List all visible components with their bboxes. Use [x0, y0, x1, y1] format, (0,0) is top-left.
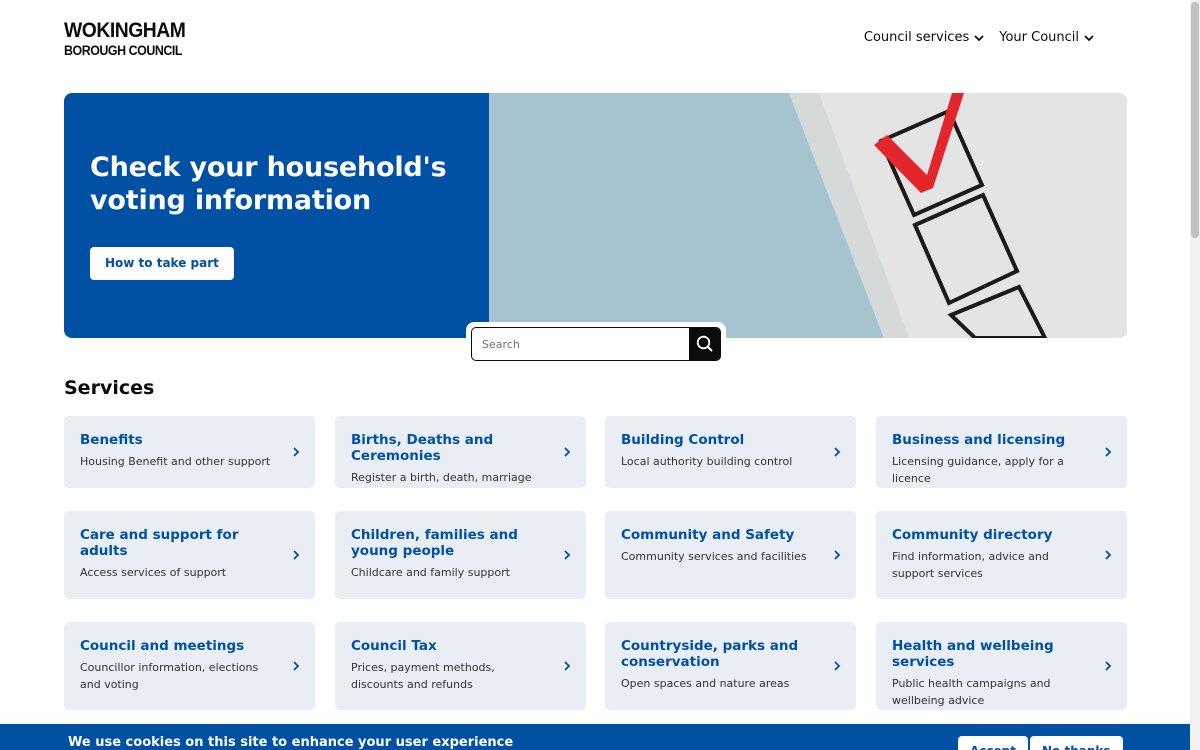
ballot-checkbox-icon: [789, 93, 1127, 338]
service-card-title: Health and wellbeing services: [892, 638, 1054, 670]
service-card-title: Business and licensing: [892, 432, 1066, 448]
service-card-countryside-parks[interactable]: Countryside, parks and conservation Open…: [605, 622, 856, 710]
service-card-community-directory[interactable]: Community directory Find information, ad…: [876, 511, 1127, 599]
chevron-right-icon: [834, 550, 841, 560]
search-button[interactable]: [689, 327, 721, 361]
service-card-desc: Licensing guidance, apply for a licence: [892, 455, 1064, 485]
service-card-business-licensing[interactable]: Business and licensing Licensing guidanc…: [876, 416, 1127, 488]
service-card-desc: Housing Benefit and other support: [80, 455, 271, 468]
service-card-title: Children, families and young people: [351, 527, 518, 559]
chevron-right-icon: [834, 447, 841, 457]
search-container: [466, 322, 726, 366]
chevron-right-icon: [564, 447, 571, 457]
service-card-desc: Community services and facilities: [621, 550, 807, 563]
chevron-right-icon: [834, 661, 841, 671]
cookie-message: We use cookies on this site to enhance y…: [68, 735, 514, 750]
service-card-desc: Childcare and family support: [351, 566, 510, 579]
chevron-down-icon: [1084, 34, 1094, 41]
service-card-births-deaths[interactable]: Births, Deaths and Ceremonies Register a…: [335, 416, 586, 488]
service-card-benefits[interactable]: Benefits Housing Benefit and other suppo…: [64, 416, 315, 488]
search-icon: [696, 335, 713, 352]
search-input[interactable]: [471, 327, 691, 361]
service-card-desc: Register a birth, death, marriage: [351, 471, 532, 484]
cookie-accept-button[interactable]: Accept: [958, 736, 1028, 750]
main-nav: Council services Your Council: [864, 30, 1095, 45]
chevron-right-icon: [293, 550, 300, 560]
service-card-adult-care[interactable]: Care and support for adults Access servi…: [64, 511, 315, 599]
service-card-title: Countryside, parks and conservation: [621, 638, 799, 670]
service-card-community-safety[interactable]: Community and Safety Community services …: [605, 511, 856, 599]
service-card-title: Building Control: [621, 432, 745, 448]
service-card-council-meetings[interactable]: Council and meetings Councillor informat…: [64, 622, 315, 710]
service-card-council-tax[interactable]: Council Tax Prices, payment methods, dis…: [335, 622, 586, 710]
service-card-health-wellbeing[interactable]: Health and wellbeing services Public hea…: [876, 622, 1127, 710]
nav-council-services[interactable]: Council services: [864, 30, 985, 45]
service-card-desc: Open spaces and nature areas: [621, 677, 790, 690]
service-card-title: Community directory: [892, 527, 1053, 543]
chevron-right-icon: [1105, 447, 1112, 457]
page-scrollbar[interactable]: [1190, 0, 1200, 750]
logo-line-1: WOKINGHAM: [64, 19, 186, 42]
service-card-title: Council and meetings: [80, 638, 245, 654]
scrollbar-thumb[interactable]: [1191, 2, 1199, 238]
chevron-right-icon: [564, 661, 571, 671]
service-card-desc: Prices, payment methods, discounts and r…: [351, 661, 495, 691]
service-card-desc: Access services of support: [80, 566, 227, 579]
nav-your-council[interactable]: Your Council: [999, 30, 1095, 45]
chevron-down-icon: [974, 34, 984, 41]
chevron-right-icon: [564, 550, 571, 560]
hero-image: [489, 93, 1127, 338]
council-logo[interactable]: WOKINGHAM BOROUGH COUNCIL: [64, 20, 196, 58]
hero-panel: Check your household's voting informatio…: [64, 93, 489, 338]
site-header: WOKINGHAM BOROUGH COUNCIL Council servic…: [0, 0, 1190, 80]
service-card-building-control[interactable]: Building Control Local authority buildin…: [605, 416, 856, 488]
service-card-title: Births, Deaths and Ceremonies: [351, 432, 494, 464]
hero-title: Check your household's voting informatio…: [90, 152, 447, 216]
service-card-title: Benefits: [80, 432, 143, 448]
hero-banner: Check your household's voting informatio…: [64, 93, 1127, 338]
service-card-desc: Public health campaigns and wellbeing ad…: [892, 677, 1051, 707]
service-card-children-families[interactable]: Children, families and young people Chil…: [335, 511, 586, 599]
cookie-decline-button[interactable]: No thanks: [1030, 736, 1123, 750]
chevron-right-icon: [1105, 661, 1112, 671]
nav-council-services-label: Council services: [863, 30, 970, 45]
service-card-title: Council Tax: [351, 638, 437, 654]
chevron-right-icon: [1105, 550, 1112, 560]
services-heading: Services: [64, 377, 155, 399]
logo-line-2: BOROUGH COUNCIL: [64, 43, 182, 58]
service-card-title: Care and support for adults: [80, 527, 239, 559]
cookie-banner: We use cookies on this site to enhance y…: [0, 724, 1190, 750]
chevron-right-icon: [293, 447, 300, 457]
chevron-right-icon: [293, 661, 300, 671]
service-card-desc: Find information, advice and support ser…: [892, 550, 1049, 580]
nav-your-council-label: Your Council: [999, 30, 1079, 45]
service-card-desc: Local authority building control: [621, 455, 793, 468]
service-card-title: Community and Safety: [621, 527, 795, 543]
service-card-desc: Councillor information, elections and vo…: [80, 661, 259, 691]
how-to-take-part-button[interactable]: How to take part: [90, 247, 234, 280]
